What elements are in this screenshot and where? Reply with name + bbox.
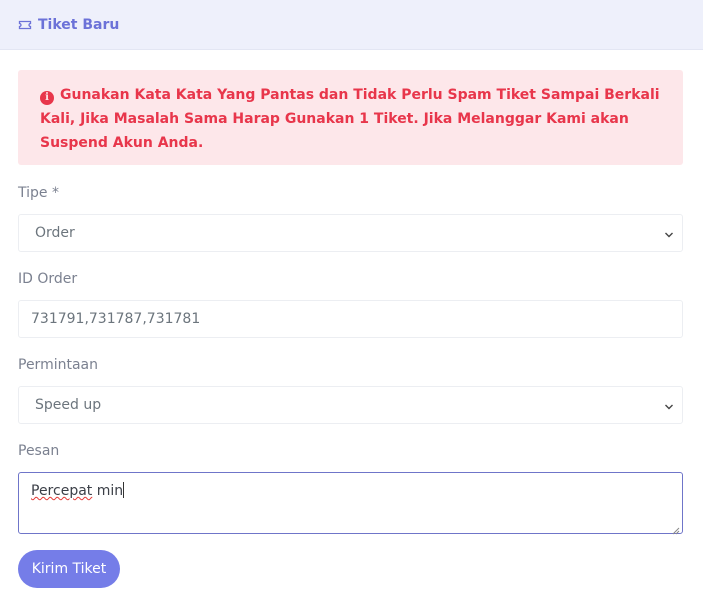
card-header: Tiket Baru (0, 0, 703, 50)
id-order-value: 731791,731787,731781 (31, 311, 201, 327)
id-order-input[interactable]: 731791,731787,731781 (18, 300, 683, 338)
tipe-label: Tipe * (18, 185, 59, 201)
pesan-text-misspelled: Percepat (31, 483, 93, 499)
ticket-icon (18, 18, 32, 32)
tipe-select-value: Order (35, 225, 75, 241)
alert-message: Gunakan Kata Kata Yang Pantas dan Tidak … (40, 87, 660, 151)
pesan-textarea[interactable]: Percepat min (18, 472, 683, 535)
chevron-down-icon (664, 400, 674, 410)
permintaan-select-value: Speed up (35, 397, 102, 413)
permintaan-label: Permintaan (18, 357, 98, 373)
resize-handle-icon[interactable] (672, 523, 680, 535)
pesan-label: Pesan (18, 443, 60, 459)
chevron-down-icon (664, 228, 674, 238)
pesan-text: min (92, 483, 124, 499)
warning-alert: i Gunakan Kata Kata Yang Pantas dan Tidak… (18, 70, 683, 165)
info-circle-icon: i (40, 91, 54, 105)
id-order-label: ID Order (18, 271, 78, 287)
page-title: Tiket Baru (38, 16, 120, 33)
text-caret (123, 482, 125, 498)
permintaan-select[interactable]: Speed up (18, 386, 683, 424)
tipe-select[interactable]: Order (18, 214, 683, 252)
kirim-tiket-button[interactable]: Kirim Tiket (18, 550, 120, 588)
